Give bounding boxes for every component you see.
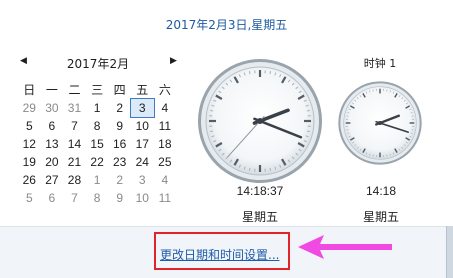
weekday-header: 三 [91, 83, 104, 97]
calendar-day[interactable]: 2 [108, 99, 131, 117]
clock-local-time: 14:18:37 [236, 184, 284, 198]
calendar-day[interactable]: 19 [18, 153, 41, 171]
weekday-header: 日 [23, 83, 36, 97]
calendar-day[interactable]: 28 [63, 171, 86, 189]
triangle-right-icon[interactable]: ▶ [170, 56, 177, 66]
calendar-month-label[interactable]: 2017年2月 [18, 55, 178, 72]
calendar-day[interactable]: 24 [131, 153, 154, 171]
calendar-day[interactable]: 18 [154, 135, 177, 153]
clock-1-time: 14:18 [365, 184, 397, 198]
calendar-day[interactable]: 13 [41, 135, 64, 153]
calendar-day[interactable]: 10 [131, 117, 154, 135]
weekday-header: 四 [113, 83, 126, 97]
clock-local-day: 星期五 [241, 210, 278, 224]
calendar-day[interactable]: 6 [41, 117, 64, 135]
calendar-day[interactable]: 7 [63, 189, 86, 207]
window-edge [446, 226, 453, 278]
calendar-day[interactable]: 17 [131, 135, 154, 153]
calendar-day[interactable]: 29 [18, 99, 41, 117]
calendar-day[interactable]: 9 [108, 117, 131, 135]
calendar-day[interactable]: 5 [18, 117, 41, 135]
calendar-day[interactable]: 16 [108, 135, 131, 153]
calendar-day[interactable]: 7 [63, 117, 86, 135]
arrow-annotation-icon [298, 235, 392, 259]
calendar-day-today[interactable]: 3 [129, 98, 155, 118]
weekday-header: 五 [136, 83, 149, 97]
clock-1-day: 星期五 [362, 210, 399, 224]
calendar-day[interactable]: 26 [18, 171, 41, 189]
calendar-day[interactable]: 14 [63, 135, 86, 153]
calendar-day[interactable]: 23 [108, 153, 131, 171]
calendar-day[interactable]: 22 [86, 153, 109, 171]
calendar-day[interactable]: 5 [18, 189, 41, 207]
calendar-day[interactable]: 30 [41, 99, 64, 117]
calendar-day[interactable]: 8 [86, 117, 109, 135]
calendar: ◀ 2017年2月 ▶ 日一二三四五六 29 30 31 1 2 3 4 5 6 7 8 9 10 11 12… [18, 55, 188, 207]
calendar-day[interactable]: 4 [154, 99, 177, 117]
change-date-time-settings-link[interactable]: 更改日期和时间设置... [160, 246, 279, 263]
calendar-day[interactable]: 3 [131, 171, 154, 189]
calendar-day[interactable]: 12 [18, 135, 41, 153]
calendar-day[interactable]: 9 [108, 189, 131, 207]
calendar-day[interactable]: 11 [154, 117, 177, 135]
calendar-day[interactable]: 10 [131, 189, 154, 207]
calendar-day[interactable]: 25 [154, 153, 177, 171]
calendar-nav: ◀ 2017年2月 ▶ [18, 55, 188, 75]
weekday-header: 二 [68, 83, 81, 97]
calendar-day[interactable]: 11 [154, 189, 177, 207]
weekday-header: 六 [158, 83, 171, 97]
calendar-day[interactable]: 8 [86, 189, 109, 207]
calendar-day[interactable]: 31 [63, 99, 86, 117]
calendar-day[interactable]: 1 [86, 99, 109, 117]
analog-clock-1 [337, 80, 423, 166]
calendar-day[interactable]: 4 [154, 171, 177, 189]
calendar-day[interactable]: 21 [63, 153, 86, 171]
clock-1-label: 时钟 1 [363, 57, 397, 70]
calendar-day[interactable]: 27 [41, 171, 64, 189]
calendar-grid: 日一二三四五六 29 30 31 1 2 3 4 5 6 7 8 9 10 11 12 13 14 15 16 17 18… [18, 81, 188, 207]
weekday-header: 一 [45, 83, 58, 97]
calendar-day[interactable]: 6 [41, 189, 64, 207]
calendar-day[interactable]: 2 [108, 171, 131, 189]
analog-clock-local [196, 57, 324, 185]
calendar-day[interactable]: 20 [41, 153, 64, 171]
calendar-day[interactable]: 1 [86, 171, 109, 189]
calendar-day[interactable]: 15 [86, 135, 109, 153]
header-date: 2017年2月3日,星期五 [165, 18, 288, 32]
